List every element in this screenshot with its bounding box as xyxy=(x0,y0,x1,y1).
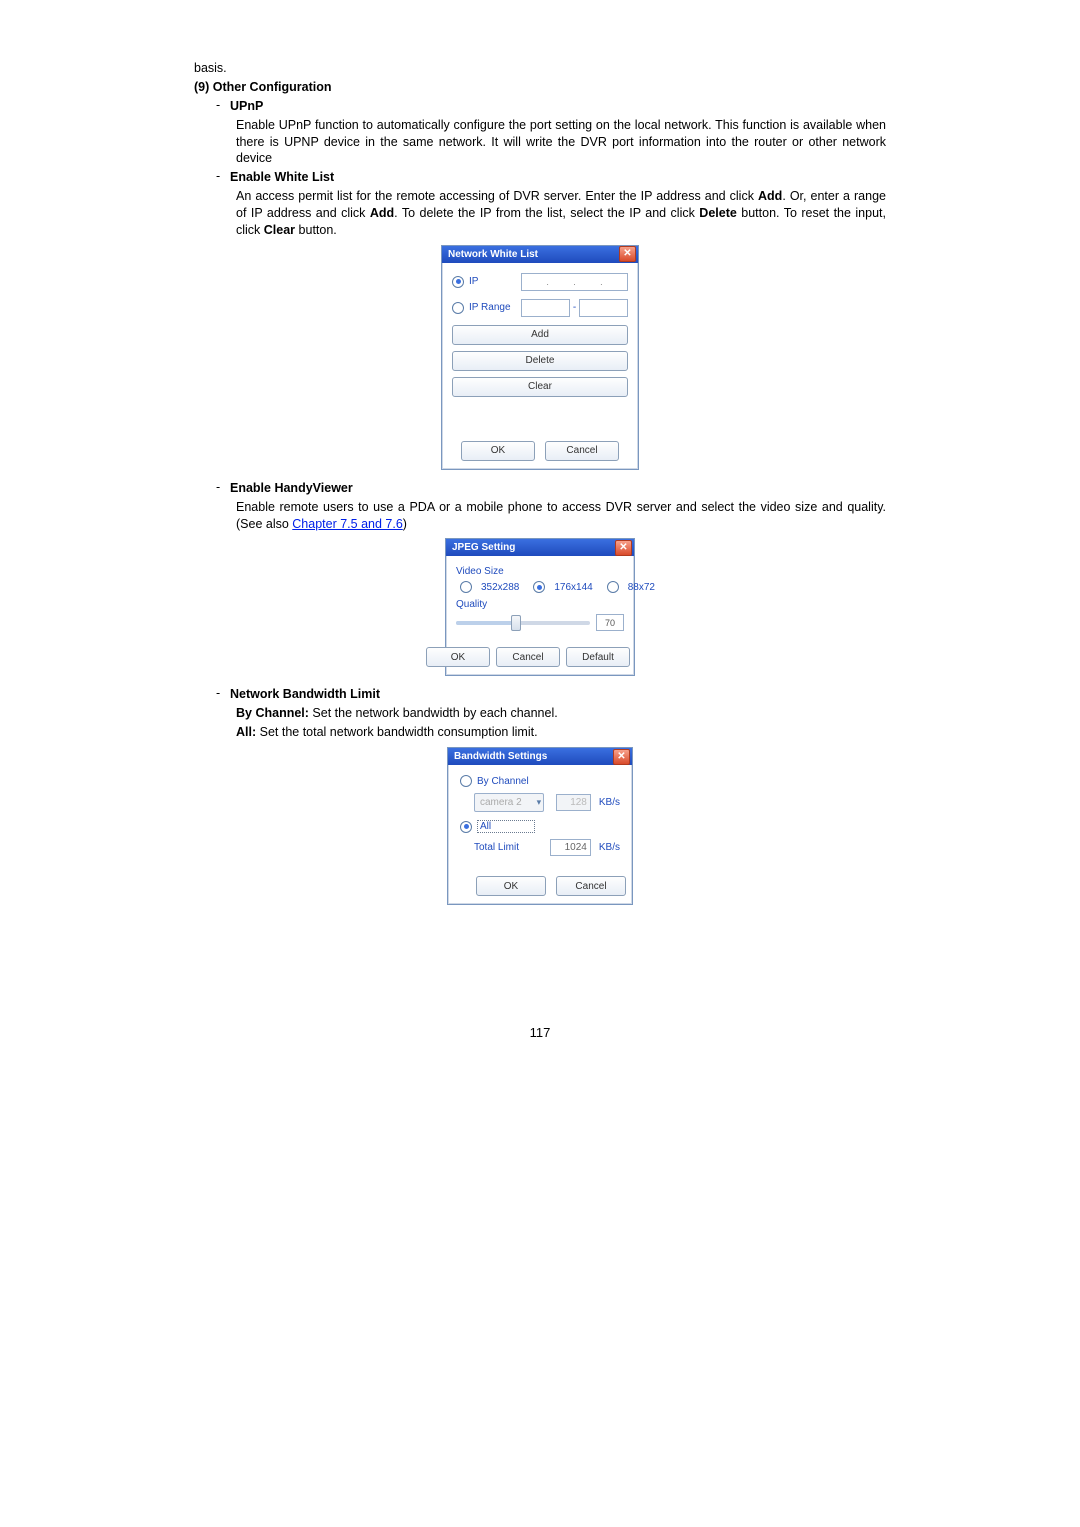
radio-352x288[interactable] xyxy=(460,581,472,593)
cancel-button[interactable]: Cancel xyxy=(545,441,619,461)
ip-input[interactable]: ... xyxy=(521,273,628,291)
total-limit-value[interactable]: 1024 xyxy=(550,839,591,856)
dialog-titlebar: Network White List ✕ xyxy=(442,246,638,263)
close-icon[interactable]: ✕ xyxy=(619,246,636,262)
camera-dropdown[interactable]: camera 2 ▾ xyxy=(474,793,544,812)
radio-176x144[interactable] xyxy=(533,581,545,593)
ip-range-label: IP Range xyxy=(469,302,521,313)
delete-button[interactable]: Delete xyxy=(452,351,628,371)
dialog-titlebar: Bandwidth Settings ✕ xyxy=(448,748,632,765)
bullet: - xyxy=(216,169,230,188)
page-number: 117 xyxy=(194,1025,886,1040)
slider-thumb[interactable] xyxy=(511,615,521,631)
quality-slider[interactable] xyxy=(456,621,590,625)
nbl-bych: By Channel: Set the network bandwidth by… xyxy=(236,705,886,722)
ip-range-to[interactable] xyxy=(579,299,628,317)
bullet: - xyxy=(216,480,230,499)
text-basis: basis. xyxy=(194,60,886,77)
upnp-body: Enable UPnP function to automatically co… xyxy=(236,117,886,168)
by-channel-value[interactable]: 128 xyxy=(556,794,591,811)
clear-button[interactable]: Clear xyxy=(452,377,628,397)
radio-all[interactable] xyxy=(460,821,472,833)
upnp-title: UPnP xyxy=(230,98,886,115)
ok-button[interactable]: OK xyxy=(426,647,490,667)
network-white-list-dialog: Network White List ✕ IP ... IP Range - A… xyxy=(441,245,639,470)
video-size-label: Video Size xyxy=(456,566,624,577)
chapter-link[interactable]: Chapter 7.5 and 7.6 xyxy=(292,517,403,531)
ip-label: IP xyxy=(469,276,521,287)
bandwidth-settings-dialog: Bandwidth Settings ✕ By Channel camera 2… xyxy=(447,747,633,905)
ok-button[interactable]: OK xyxy=(476,876,546,896)
quality-label: Quality xyxy=(456,599,624,610)
dialog-title: JPEG Setting xyxy=(452,542,515,553)
jpeg-setting-dialog: JPEG Setting ✕ Video Size 352x288 176x14… xyxy=(445,538,635,676)
radio-ip-range[interactable] xyxy=(452,302,464,314)
chevron-down-icon: ▾ xyxy=(537,797,542,808)
cancel-button[interactable]: Cancel xyxy=(496,647,560,667)
dialog-title: Network White List xyxy=(448,249,538,260)
by-channel-label: By Channel xyxy=(477,776,529,787)
default-button[interactable]: Default xyxy=(566,647,630,667)
radio-ip[interactable] xyxy=(452,276,464,288)
ewl-body: An access permit list for the remote acc… xyxy=(236,188,886,239)
bullet: - xyxy=(216,98,230,117)
bullet: - xyxy=(216,686,230,705)
radio-by-channel[interactable] xyxy=(460,775,472,787)
unit-label: KB/s xyxy=(599,842,620,853)
dialog-title: Bandwidth Settings xyxy=(454,751,547,762)
section-title: (9) Other Configuration xyxy=(194,79,886,96)
all-label: All xyxy=(477,820,535,833)
ehv-title: Enable HandyViewer xyxy=(230,480,886,497)
ehv-body: Enable remote users to use a PDA or a mo… xyxy=(236,499,886,533)
close-icon[interactable]: ✕ xyxy=(613,749,630,765)
ewl-title: Enable White List xyxy=(230,169,886,186)
ip-range-from[interactable] xyxy=(521,299,570,317)
total-limit-label: Total Limit xyxy=(474,842,534,853)
add-button[interactable]: Add xyxy=(452,325,628,345)
radio-88x72[interactable] xyxy=(607,581,619,593)
nbl-all: All: Set the total network bandwidth con… xyxy=(236,724,886,741)
ok-button[interactable]: OK xyxy=(461,441,535,461)
close-icon[interactable]: ✕ xyxy=(615,540,632,556)
quality-value: 70 xyxy=(596,614,624,631)
dialog-titlebar: JPEG Setting ✕ xyxy=(446,539,634,556)
nbl-title: Network Bandwidth Limit xyxy=(230,686,886,703)
cancel-button[interactable]: Cancel xyxy=(556,876,626,896)
unit-label: KB/s xyxy=(599,797,620,808)
